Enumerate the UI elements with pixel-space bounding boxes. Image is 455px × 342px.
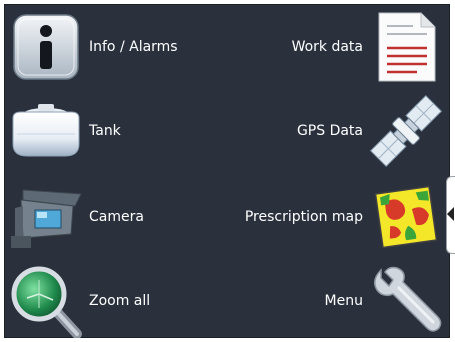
info-alarms-label: Info / Alarms [89, 39, 178, 55]
gps-data-label: GPS Data [296, 123, 363, 139]
camera-button[interactable]: Camera [9, 177, 144, 257]
wrench-icon [369, 264, 443, 338]
document-icon [369, 10, 443, 84]
tank-button[interactable]: Tank [9, 91, 121, 171]
work-data-button[interactable]: Work data [292, 7, 443, 87]
camera-label: Camera [89, 209, 144, 225]
menu-label: Menu [324, 293, 363, 309]
main-menu-screen: Info / Alarms Tank Camera Zoom all Work … [4, 4, 450, 338]
camera-icon [9, 180, 83, 254]
chevron-left-icon [447, 207, 454, 221]
zoom-all-button[interactable]: Zoom all [9, 261, 150, 341]
menu-button[interactable]: Menu [325, 261, 443, 341]
info-icon [9, 10, 83, 84]
map-icon [369, 180, 443, 254]
prescription-map-button[interactable]: Prescription map [245, 177, 443, 257]
info-alarms-button[interactable]: Info / Alarms [9, 7, 178, 87]
satellite-icon [369, 94, 443, 168]
zoom-all-label: Zoom all [89, 293, 151, 309]
work-data-label: Work data [291, 39, 363, 55]
gps-data-button[interactable]: GPS Data [297, 91, 443, 171]
magnifier-icon [9, 264, 83, 338]
tank-icon [9, 94, 83, 168]
prescription-map-label: Prescription map [244, 209, 363, 225]
tank-label: Tank [89, 123, 121, 139]
